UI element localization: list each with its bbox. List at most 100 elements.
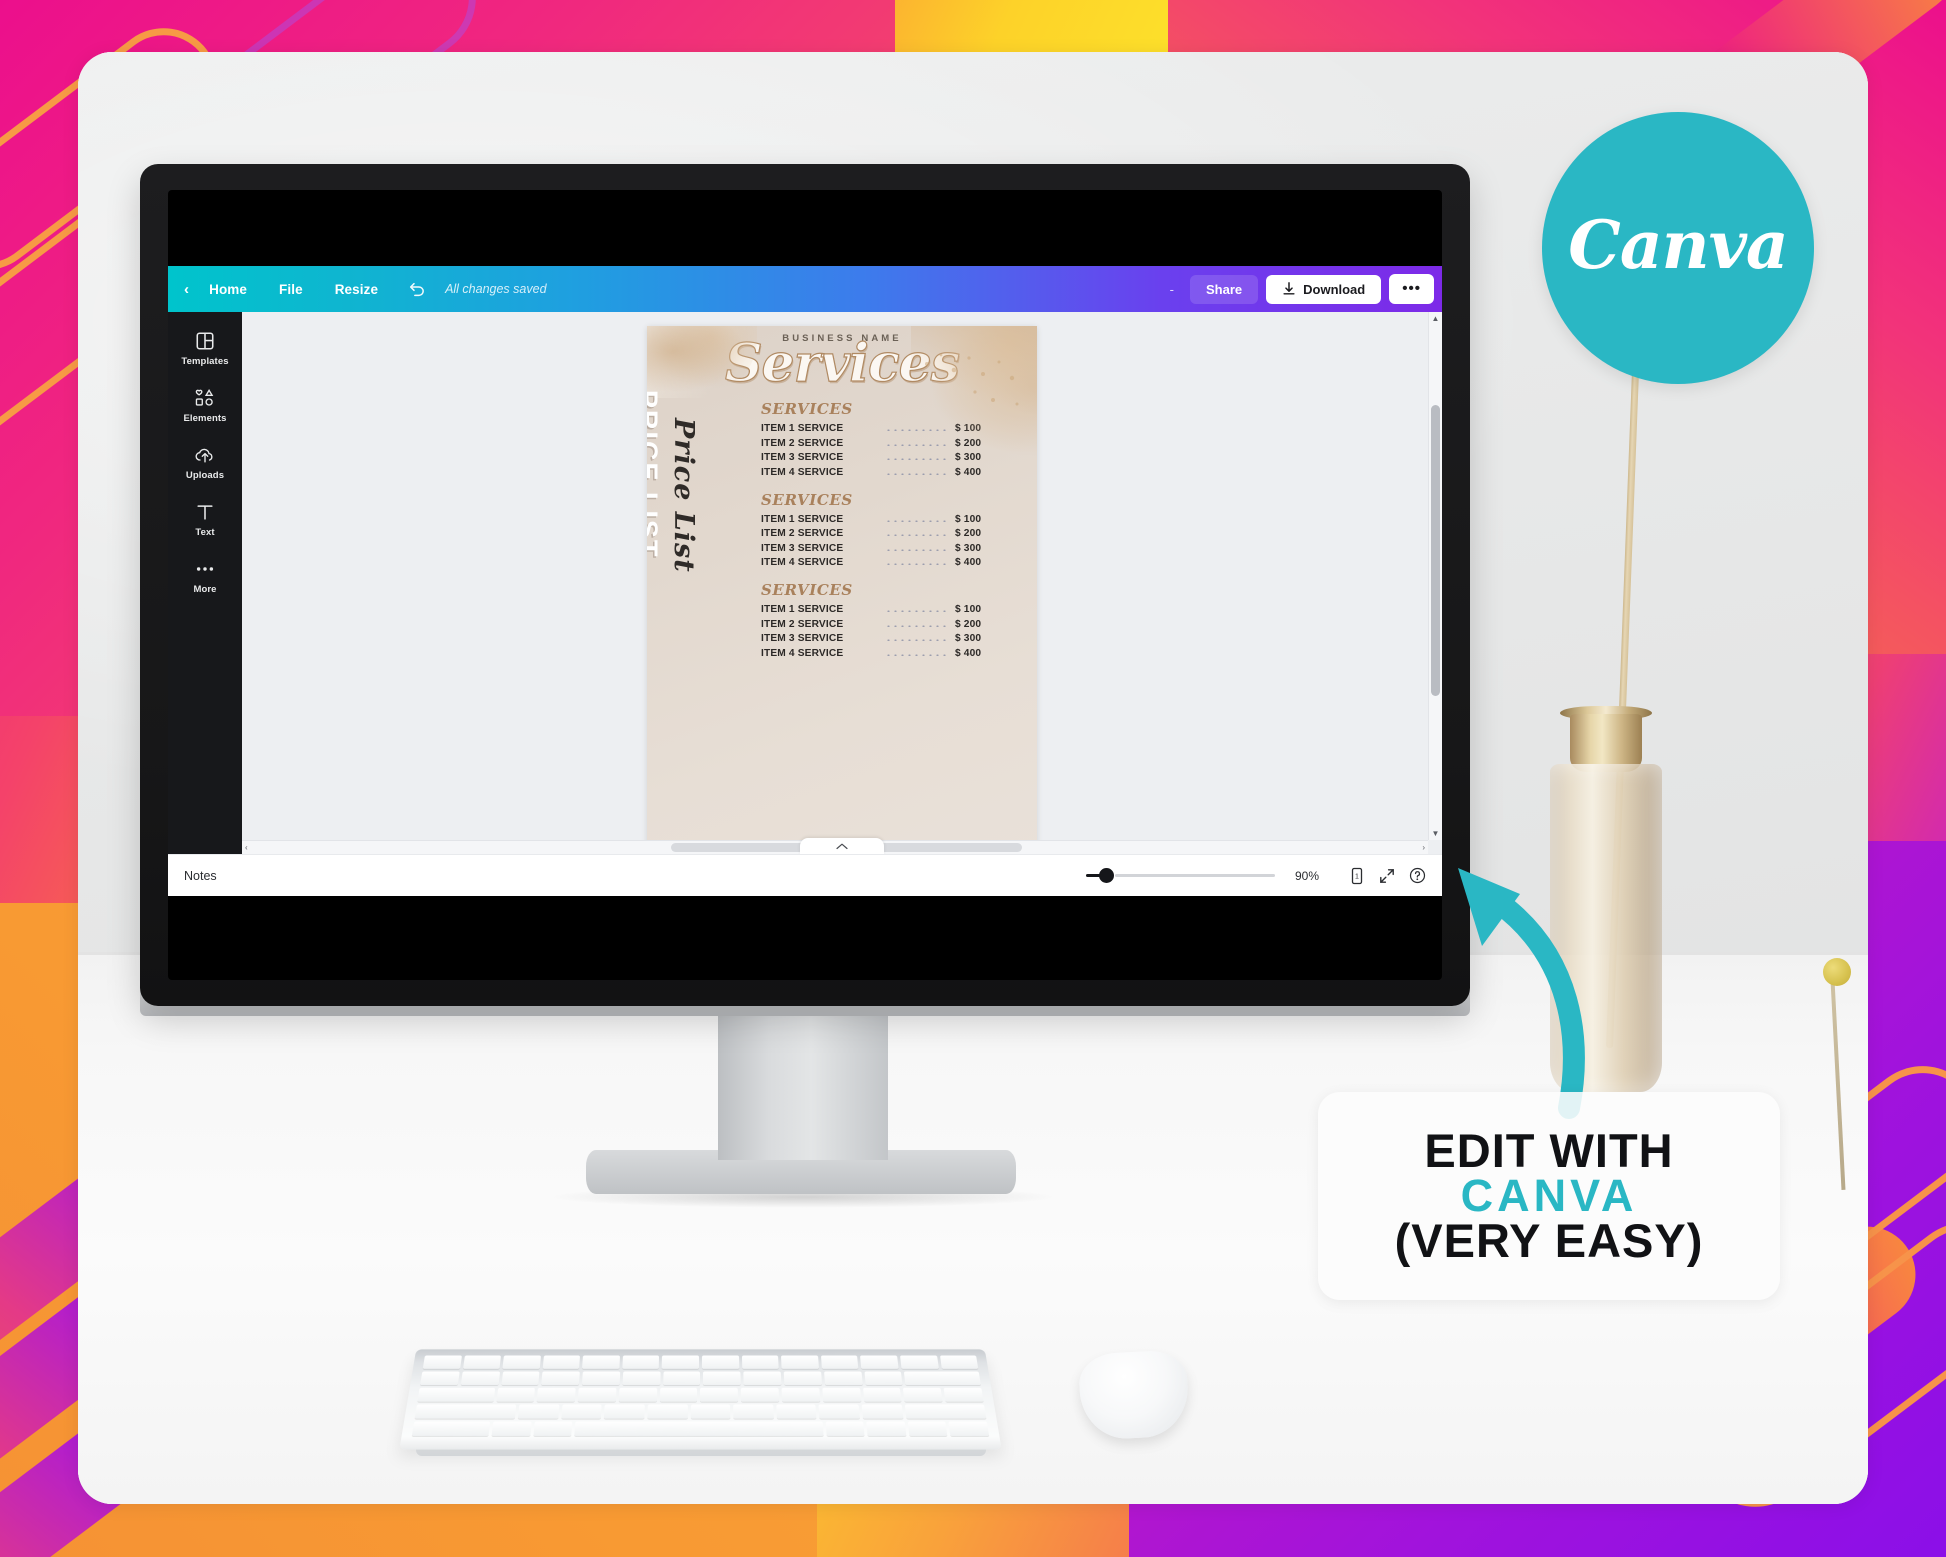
key [733, 1404, 774, 1419]
sidebar-item-more[interactable]: More [170, 550, 240, 603]
editor-body: Templates Elements Uploads Text More BUS… [168, 312, 1442, 854]
service-row: ITEM 1 SERVICE $ 100 [761, 514, 1019, 525]
service-name: ITEM 3 SERVICE [761, 542, 844, 554]
more-icon [170, 559, 240, 579]
service-name: ITEM 1 SERVICE [761, 423, 844, 435]
editor-sidebar: Templates Elements Uploads Text More [168, 312, 242, 854]
sidebar-item-elements[interactable]: Elements [170, 379, 240, 432]
service-name: ITEM 4 SERVICE [761, 557, 844, 569]
resize-button[interactable]: Resize [319, 276, 394, 303]
keyboard-row [414, 1404, 987, 1419]
curved-arrow-icon [1458, 868, 1585, 1119]
key [618, 1387, 657, 1402]
service-name: ITEM 3 SERVICE [761, 452, 844, 464]
download-button[interactable]: Download [1266, 274, 1382, 304]
key [541, 1371, 580, 1386]
monitor-stand [718, 1010, 888, 1160]
key [907, 1421, 948, 1436]
leader-dots [885, 545, 949, 551]
service-name: ITEM 1 SERVICE [761, 604, 844, 616]
key [501, 1371, 540, 1386]
key [604, 1404, 645, 1419]
service-price: $ 400 [955, 647, 982, 659]
service-name: ITEM 2 SERVICE [761, 528, 844, 540]
page-count-button[interactable]: 1 [1349, 867, 1365, 885]
key [542, 1355, 581, 1369]
key [422, 1355, 462, 1369]
file-menu-button[interactable]: File [263, 276, 319, 303]
sidebar-item-uploads[interactable]: Uploads [170, 436, 240, 489]
more-options-button[interactable]: ••• [1389, 274, 1434, 304]
zoom-slider-handle[interactable] [1099, 868, 1114, 883]
service-name: ITEM 2 SERVICE [761, 618, 844, 630]
elements-icon [170, 388, 240, 408]
scroll-up-icon[interactable]: ▲ [1432, 312, 1440, 325]
toolbar-separator: - [1169, 281, 1174, 297]
key [647, 1404, 688, 1419]
design-price-list-vertical: PRICE LIST [647, 390, 663, 559]
scroll-down-icon[interactable]: ▼ [1432, 827, 1440, 840]
undo-icon[interactable] [394, 276, 439, 303]
notes-button[interactable]: Notes [184, 869, 217, 883]
zoom-level-label: 90% [1295, 868, 1320, 883]
key [414, 1404, 517, 1419]
gold-speckles-icon [925, 353, 1019, 406]
key [864, 1371, 903, 1386]
key [622, 1355, 660, 1369]
sidebar-item-text[interactable]: Text [170, 493, 240, 546]
toolbar-left-group: ‹ Home File Resize All changes saved [182, 275, 547, 304]
zoom-slider-track[interactable] [1115, 874, 1275, 877]
scroll-left-icon[interactable]: ‹ [242, 843, 251, 852]
service-price: $ 300 [955, 542, 982, 554]
keyboard-row [411, 1421, 990, 1436]
service-row: ITEM 2 SERVICE $ 200 [761, 528, 1019, 539]
billy-button-flower [1823, 958, 1851, 986]
service-row: ITEM 3 SERVICE $ 300 [761, 633, 1019, 644]
page-panel-toggle[interactable] [800, 838, 884, 854]
key [866, 1421, 907, 1436]
sidebar-label-templates: Templates [181, 356, 229, 367]
leader-dots [885, 650, 949, 656]
key [417, 1387, 495, 1402]
monitor-screen: ‹ Home File Resize All changes saved - S… [168, 190, 1442, 980]
design-canvas-area[interactable]: BUSINESS NAME Services PRICE LIST Price … [242, 312, 1442, 854]
key [743, 1371, 782, 1386]
key [781, 1387, 821, 1402]
sidebar-item-templates[interactable]: Templates [170, 322, 240, 375]
chevron-up-icon [836, 843, 848, 849]
key [702, 1355, 739, 1369]
download-label: Download [1303, 281, 1366, 297]
zoom-slider[interactable] [1086, 868, 1275, 883]
key [662, 1355, 700, 1369]
key [491, 1421, 532, 1436]
leader-dots [885, 426, 949, 432]
leader-dots [885, 560, 949, 566]
service-row: ITEM 4 SERVICE $ 400 [761, 557, 1019, 568]
canvas-vertical-scrollbar[interactable]: ▲ ▼ [1428, 312, 1442, 840]
uploads-icon [170, 445, 240, 465]
vertical-scroll-thumb[interactable] [1431, 405, 1440, 697]
keyboard-row [417, 1387, 984, 1402]
key [462, 1355, 502, 1369]
service-price: $ 100 [955, 604, 982, 616]
sidebar-label-more: More [193, 584, 217, 595]
key [781, 1355, 819, 1369]
cta-line-1: EDIT WITH [1424, 1124, 1674, 1178]
key [622, 1371, 661, 1386]
key [861, 1404, 904, 1419]
key [822, 1387, 861, 1402]
vertical-scroll-track[interactable] [1429, 325, 1442, 827]
design-page[interactable]: BUSINESS NAME Services PRICE LIST Price … [647, 326, 1037, 854]
service-name: ITEM 2 SERVICE [761, 437, 844, 449]
key [496, 1387, 536, 1402]
back-chevron-icon[interactable]: ‹ [182, 275, 193, 304]
key [502, 1355, 541, 1369]
key [700, 1387, 739, 1402]
canva-wordmark: Canva [1568, 206, 1788, 284]
home-button[interactable]: Home [193, 276, 263, 303]
share-button[interactable]: Share [1189, 274, 1259, 304]
key [582, 1355, 620, 1369]
key [899, 1355, 939, 1369]
editor-toolbar: ‹ Home File Resize All changes saved - S… [168, 266, 1442, 312]
service-row: ITEM 3 SERVICE $ 300 [761, 543, 1019, 554]
